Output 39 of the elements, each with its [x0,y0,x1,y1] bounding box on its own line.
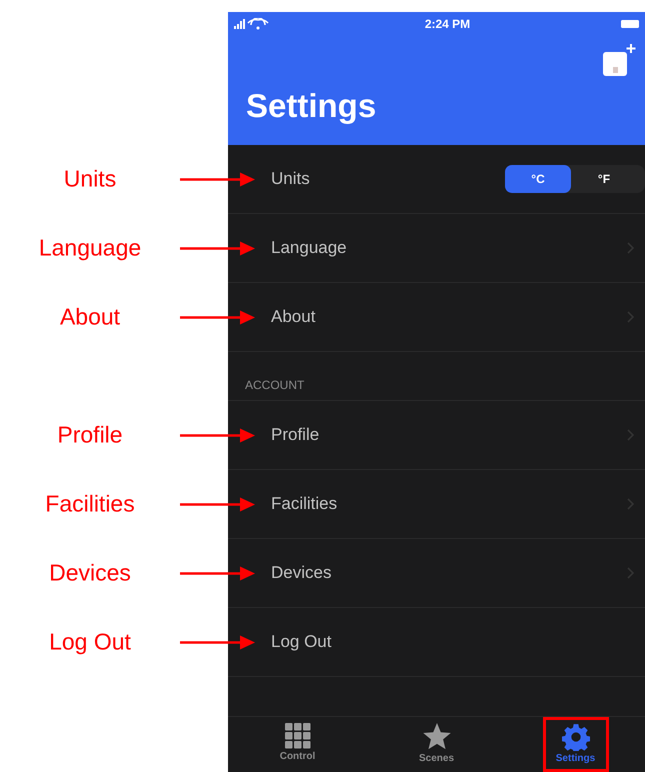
tab[interactable]: Scenes [404,717,470,772]
row-label[interactable]: Log Out [271,632,645,652]
annotation-label: Units [62,166,118,192]
battery-icon [620,20,639,28]
chevron-icon [627,242,635,254]
chevron-icon [627,498,635,510]
settings-icon [562,723,590,751]
arrow-icon [180,497,255,511]
unit-option[interactable]: °C [505,165,571,193]
arrow-icon [180,241,255,255]
chevron-icon [627,429,635,441]
annotation-label: Profile [56,422,124,448]
annotation-label: Log Out [48,628,132,656]
row-label[interactable]: About [271,307,627,327]
star-icon [422,723,452,751]
arrow-icon [180,310,255,324]
arrow-icon [180,566,255,580]
add-device-icon[interactable] [601,43,637,79]
arrow-icon [180,172,255,186]
grid-icon [284,723,310,749]
annotation-label: Language [38,234,142,262]
row-label[interactable]: Language [271,238,627,258]
row-label[interactable]: Devices [271,563,627,583]
tab[interactable]: Settings [542,717,608,772]
page-title: Settings [246,87,378,125]
arrow-icon [180,428,255,442]
arrow-icon [180,635,255,649]
chevron-icon [627,311,635,323]
unit-option[interactable]: °F [571,165,637,193]
row-label[interactable]: Profile [271,425,627,445]
annotation-label: Facilities [44,490,136,518]
section-heading: ACCOUNT [228,352,645,401]
tab[interactable]: Control [264,717,330,772]
chevron-icon [627,567,635,579]
status-time: 2:24 PM [424,16,470,30]
annotation-label: About [58,304,122,330]
annotation-label: Devices [48,560,132,586]
row-label[interactable]: Units [271,169,505,189]
row-label[interactable]: Facilities [271,494,627,514]
